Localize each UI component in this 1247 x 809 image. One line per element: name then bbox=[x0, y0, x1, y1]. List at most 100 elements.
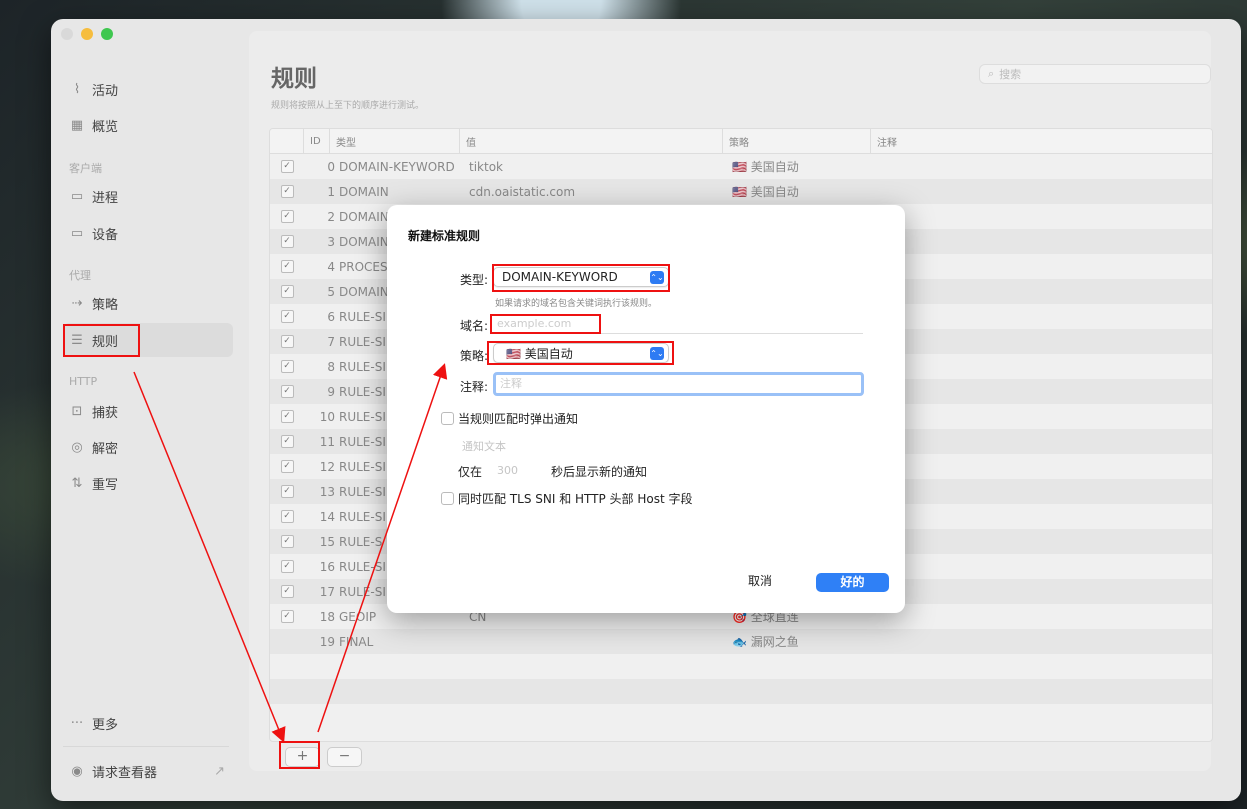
rule-id: 11 bbox=[319, 434, 335, 449]
rule-id: 18 bbox=[319, 609, 335, 624]
activity-icon: ⌇ bbox=[73, 81, 81, 97]
rule-enabled-checkbox: ✓ bbox=[270, 535, 304, 548]
table-header: ID 类型 值 策略 注释 bbox=[270, 129, 1212, 154]
rule-id: 2 bbox=[327, 209, 335, 224]
process-icon: ▭ bbox=[70, 188, 84, 204]
header-value[interactable]: 值 bbox=[460, 129, 723, 153]
checkmark-icon[interactable]: ✓ bbox=[280, 185, 294, 198]
checkmark-icon[interactable]: ✓ bbox=[280, 310, 294, 323]
header-note[interactable]: 注释 bbox=[871, 129, 1212, 153]
checkmark-icon[interactable]: ✓ bbox=[280, 335, 294, 348]
checkmark-icon[interactable]: ✓ bbox=[280, 385, 294, 398]
policy-select-value: 🇺🇸 美国自动 bbox=[506, 346, 573, 361]
external-link-icon: ↗ bbox=[214, 763, 225, 779]
checkmark-icon[interactable]: ✓ bbox=[280, 285, 294, 298]
sidebar-item-label: 进程 bbox=[92, 190, 119, 206]
rule-id: 13 bbox=[319, 484, 335, 499]
rule-enabled-checkbox: ✓ bbox=[270, 335, 304, 348]
sidebar-item-policy[interactable]: ⇢ 策略 bbox=[63, 286, 233, 320]
type-hint: 如果请求的域名包含关键词执行该规则。 bbox=[495, 299, 658, 309]
rule-enabled-checkbox: ✓ bbox=[270, 260, 304, 273]
checkmark-icon[interactable]: ✓ bbox=[280, 485, 294, 498]
rule-id: 12 bbox=[319, 459, 335, 474]
checkmark-icon[interactable]: ✓ bbox=[280, 360, 294, 373]
tls-label: 同时匹配 TLS SNI 和 HTTP 头部 Host 字段 bbox=[458, 492, 693, 506]
rule-enabled-checkbox: ✓ bbox=[270, 360, 304, 373]
rule-policy: 🐟 漏网之鱼 bbox=[732, 635, 799, 649]
checkmark-icon[interactable]: ✓ bbox=[280, 435, 294, 448]
checkmark-icon[interactable]: ✓ bbox=[280, 235, 294, 248]
sidebar-item-rules[interactable]: ☰ 规则 bbox=[63, 323, 233, 357]
rule-type: FINAL bbox=[339, 634, 374, 649]
table-row[interactable]: 19 FINAL 🐟 漏网之鱼 bbox=[270, 629, 1212, 654]
sidebar-item-label: 活动 bbox=[92, 83, 119, 99]
header-id[interactable]: ID bbox=[304, 129, 330, 153]
rule-value: cdn.oaistatic.com bbox=[469, 184, 576, 199]
checkmark-icon[interactable]: ✓ bbox=[280, 610, 294, 623]
sidebar-item-label: 捕获 bbox=[92, 405, 119, 421]
new-rule-dialog: 新建标准规则 类型: DOMAIN-KEYWORD ⌃⌄ 如果请求的域名包含关键… bbox=[387, 205, 905, 613]
sidebar-item-label: 设备 bbox=[92, 227, 119, 243]
grid-icon: ▦ bbox=[70, 117, 84, 133]
type-select[interactable]: DOMAIN-KEYWORD ⌃⌄ bbox=[493, 267, 669, 287]
tls-checkbox[interactable] bbox=[441, 492, 454, 505]
rule-enabled-checkbox: ✓ bbox=[270, 585, 304, 598]
table-row[interactable]: ✓ 0 DOMAIN-KEYWORD tiktok 🇺🇸 美国自动 bbox=[270, 154, 1212, 179]
notify-text-field[interactable]: 通知文本 bbox=[462, 438, 506, 454]
checkmark-icon[interactable]: ✓ bbox=[280, 510, 294, 523]
sidebar-item-capture[interactable]: ⊡ 捕获 bbox=[63, 394, 233, 428]
type-select-value: DOMAIN-KEYWORD bbox=[502, 270, 618, 284]
search-placeholder: 搜索 bbox=[999, 68, 1022, 81]
search-icon: ⌕ bbox=[988, 67, 995, 80]
cancel-button[interactable]: 取消 bbox=[737, 572, 783, 591]
checkmark-icon[interactable]: ✓ bbox=[280, 410, 294, 423]
header-type[interactable]: 类型 bbox=[330, 129, 460, 153]
header-policy[interactable]: 策略 bbox=[723, 129, 871, 153]
rule-enabled-checkbox: ✓ bbox=[270, 210, 304, 223]
notify-checkbox[interactable] bbox=[441, 412, 454, 425]
rewrite-icon: ⇅ bbox=[71, 475, 83, 491]
remove-rule-button[interactable]: − bbox=[327, 747, 362, 767]
seconds-suffix: 秒后显示新的通知 bbox=[551, 465, 648, 479]
sidebar-item-devices[interactable]: ▭ 设备 bbox=[63, 216, 233, 250]
sidebar-item-activity[interactable]: ⌇ 活动 bbox=[63, 72, 233, 106]
sidebar-section-proxy: 代理 bbox=[69, 269, 91, 282]
checkmark-icon[interactable]: ✓ bbox=[280, 460, 294, 473]
sidebar-item-request-viewer[interactable]: ◉ 请求查看器 ↗ bbox=[63, 754, 233, 788]
rule-id: 3 bbox=[327, 234, 335, 249]
rule-id: 6 bbox=[327, 309, 335, 324]
sidebar-section-client: 客户端 bbox=[69, 162, 102, 175]
add-rule-button[interactable]: + bbox=[285, 747, 320, 767]
rule-id: 10 bbox=[319, 409, 335, 424]
sidebar-item-overview[interactable]: ▦ 概览 bbox=[63, 108, 233, 142]
checkmark-icon[interactable]: ✓ bbox=[280, 160, 294, 173]
checkmark-icon[interactable]: ✓ bbox=[280, 560, 294, 573]
rule-id: 9 bbox=[327, 384, 335, 399]
sidebar-item-label: 重写 bbox=[92, 477, 119, 493]
domain-label: 域名: bbox=[459, 319, 488, 333]
ok-button[interactable]: 好的 bbox=[816, 573, 889, 592]
rule-id: 5 bbox=[327, 284, 335, 299]
note-field[interactable]: 注释 bbox=[493, 372, 864, 396]
checkmark-icon[interactable]: ✓ bbox=[280, 210, 294, 223]
table-row[interactable]: ✓ 1 DOMAIN cdn.oaistatic.com 🇺🇸 美国自动 bbox=[270, 179, 1212, 204]
sidebar-section-http: HTTP bbox=[69, 375, 98, 388]
rule-id: 7 bbox=[327, 334, 335, 349]
checkmark-icon[interactable]: ✓ bbox=[280, 535, 294, 548]
sidebar-item-more[interactable]: ··· 更多 bbox=[63, 706, 233, 740]
rule-id: 0 bbox=[327, 159, 335, 174]
search-input[interactable]: ⌕ 搜索 bbox=[979, 64, 1211, 84]
checkmark-icon[interactable]: ✓ bbox=[280, 585, 294, 598]
rule-enabled-checkbox: ✓ bbox=[270, 485, 304, 498]
sidebar-item-decrypt[interactable]: ◎ 解密 bbox=[63, 430, 233, 464]
only-in-label: 仅在 bbox=[458, 465, 483, 479]
ellipsis-icon: ··· bbox=[70, 715, 84, 731]
rule-enabled-checkbox: ✓ bbox=[270, 610, 304, 623]
sidebar-item-rewrite[interactable]: ⇅ 重写 bbox=[63, 466, 233, 500]
domain-field[interactable]: example.com bbox=[493, 314, 863, 334]
policy-select[interactable]: 🇺🇸 美国自动 ⌃⌄ bbox=[493, 343, 669, 363]
seconds-field[interactable]: 300 bbox=[497, 464, 518, 477]
checkmark-icon[interactable]: ✓ bbox=[280, 260, 294, 273]
rule-enabled-checkbox: ✓ bbox=[270, 510, 304, 523]
sidebar-item-process[interactable]: ▭ 进程 bbox=[63, 179, 233, 213]
